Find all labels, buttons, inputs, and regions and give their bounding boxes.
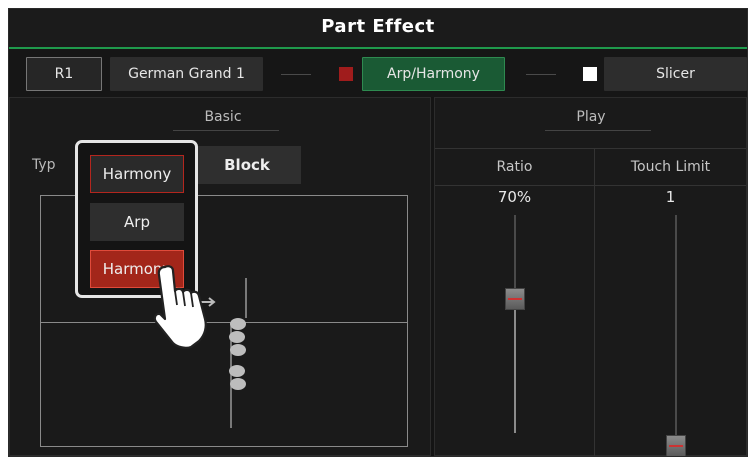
touch-limit-column: Touch Limit 1	[595, 148, 746, 456]
block-button[interactable]: Block	[193, 146, 301, 184]
ratio-label: Ratio	[435, 148, 594, 186]
part-effect-screen: Part Effect R1 German Grand 1 Arp/Harmon…	[8, 8, 748, 457]
ratio-slider-track[interactable]	[514, 295, 516, 433]
divider	[526, 74, 556, 75]
arp-harmony-indicator-icon[interactable]	[339, 67, 353, 81]
ratio-slider-thumb[interactable]	[505, 288, 525, 310]
play-panel: Play Ratio 70% Touch Limit 1	[434, 97, 747, 456]
type-option-arp[interactable]: Arp	[90, 203, 184, 241]
touch-limit-slider-thumb[interactable]	[666, 435, 686, 456]
arp-harmony-button[interactable]: Arp/Harmony	[362, 57, 505, 91]
divider	[281, 74, 311, 75]
type-label: Typ	[32, 157, 56, 173]
type-dropdown-current[interactable]: Harmony	[90, 155, 184, 193]
ratio-value: 70%	[497, 188, 532, 206]
touch-limit-slider-track[interactable]	[675, 215, 677, 435]
title-bar: Part Effect	[9, 9, 747, 49]
hand-pointer-icon	[153, 265, 207, 349]
basic-section-label: Basic	[204, 109, 242, 125]
divider	[545, 130, 651, 131]
voice-button[interactable]: German Grand 1	[110, 57, 263, 91]
part-button[interactable]: R1	[26, 57, 102, 91]
divider	[173, 130, 279, 131]
slicer-button[interactable]: Slicer	[604, 57, 747, 91]
play-section-label: Play	[576, 109, 606, 125]
touch-limit-value: 1	[665, 188, 676, 206]
slicer-indicator-icon[interactable]	[583, 67, 597, 81]
effect-toolbar: R1 German Grand 1 Arp/Harmony Slicer	[9, 49, 747, 97]
page-title: Part Effect	[321, 16, 435, 37]
ratio-slider-track-upper	[514, 215, 516, 295]
ratio-column: Ratio 70%	[435, 148, 595, 456]
touch-limit-label: Touch Limit	[595, 148, 746, 186]
